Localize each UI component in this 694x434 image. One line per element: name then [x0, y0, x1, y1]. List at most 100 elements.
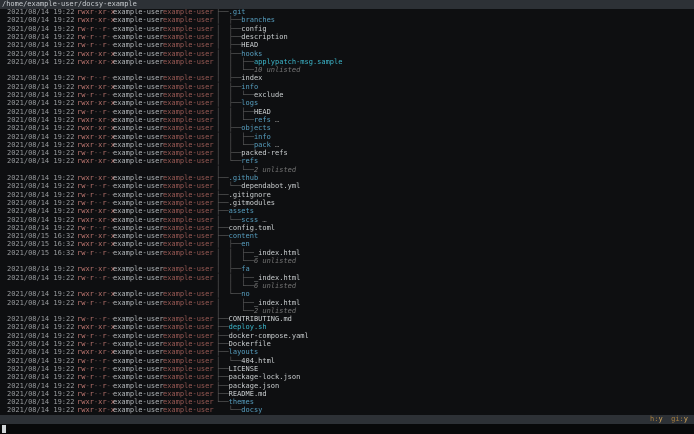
tree-row[interactable]: 2021/08/14 19:22 rw-r--r-- example-user exa… — [0, 340, 694, 348]
tree-row[interactable]: │ │ └──6 unlisted — [0, 282, 694, 290]
tree-row[interactable]: 2021/08/14 19:22 rwxr-xr-x example-user exa… — [0, 348, 694, 356]
tree-row[interactable]: 2021/08/14 19:22 rw-r--r-- example-user exa… — [0, 365, 694, 373]
tree-row[interactable]: 2021/08/14 19:22 rw-r--r-- example-user exa… — [0, 33, 694, 41]
owner: example-user — [113, 190, 164, 199]
tree-row[interactable]: 2021/08/14 19:22 rw-r--r-- example-user exa… — [0, 91, 694, 99]
tree-row[interactable]: │ │ └──10 unlisted — [0, 66, 694, 74]
owner: example-user — [113, 240, 164, 249]
group: example-user — [163, 373, 214, 382]
tree-row[interactable]: 2021/08/14 19:22 rwxr-xr-x example-user exa… — [0, 58, 694, 66]
tree-row[interactable]: 2021/08/14 19:22 rw-r--r-- example-user exa… — [0, 274, 694, 282]
path-bar[interactable]: /home/example-user/docsy-example — [0, 0, 694, 9]
tree-row[interactable]: 2021/08/14 19:22 rwxr-xr-x example-user exa… — [0, 265, 694, 273]
tree-row[interactable]: 2021/08/14 19:22 rw-r--r-- example-user exa… — [0, 390, 694, 398]
modified-date: 2021/08/14 19:22 — [7, 356, 75, 365]
permissions: rwxr-xr-x — [77, 406, 115, 414]
tree-row[interactable]: 2021/08/14 19:22 rwxr-xr-x example-user exa… — [0, 141, 694, 149]
tree-row[interactable]: 2021/08/14 19:22 rwxr-xr-x example-user exa… — [0, 157, 694, 165]
permissions: rw-r--r-- — [77, 74, 115, 82]
group: example-user — [163, 232, 214, 241]
directory-name: branches — [241, 16, 276, 25]
tree-row[interactable]: 2021/08/14 19:22 rw-r--r-- example-user exa… — [0, 357, 694, 365]
tree-row[interactable]: 2021/08/14 19:22 rw-r--r-- example-user exa… — [0, 74, 694, 82]
directory-name: .git — [228, 8, 246, 16]
permissions: rwxr-xr-x — [77, 124, 115, 132]
executable-name: deploy.sh — [228, 323, 267, 332]
file-name: _index.html — [253, 298, 301, 307]
owner: example-user — [113, 248, 164, 257]
tree-branch: │ ├──_index.html — [216, 298, 301, 307]
tree-row[interactable]: 2021/08/15 16:32 rwxr-xr-x example-user exa… — [0, 240, 694, 248]
tree-row[interactable]: 2021/08/15 16:32 rw-r--r-- example-user exa… — [0, 249, 694, 257]
modified-date: 2021/08/14 19:22 — [7, 99, 75, 108]
tree-row[interactable]: 2021/08/14 19:22 rwxr-xr-x example-user exa… — [0, 83, 694, 91]
permissions: rw-r--r-- — [77, 199, 115, 207]
tree-row[interactable]: 2021/08/14 19:22 rw-r--r-- example-user exa… — [0, 25, 694, 33]
tree-row[interactable]: 2021/08/14 19:22 rwxr-xr-x example-user exa… — [0, 50, 694, 58]
modified-date: 2021/08/14 19:22 — [7, 198, 75, 207]
tree-row[interactable]: 2021/08/14 19:22 rw-r--r-- example-user exa… — [0, 373, 694, 381]
group: example-user — [163, 290, 214, 299]
tree-row[interactable]: │ └──2 unlisted — [0, 307, 694, 315]
modified-date: 2021/08/14 19:22 — [7, 32, 75, 41]
tree-row[interactable]: 2021/08/14 19:22 rw-r--r-- example-user exa… — [0, 108, 694, 116]
tree-row[interactable]: 2021/08/14 19:22 rwxr-xr-x example-user exa… — [0, 207, 694, 215]
tree-branch: │ ├──logs — [216, 99, 259, 108]
owner: example-user — [113, 348, 164, 357]
tree-row[interactable]: 2021/08/14 19:22 rw-r--r-- example-user exa… — [0, 41, 694, 49]
tree-row[interactable]: 2021/08/14 19:22 rw-r--r-- example-user exa… — [0, 199, 694, 207]
tree-row[interactable]: │ └──2 unlisted — [0, 166, 694, 174]
tree-row[interactable]: 2021/08/14 19:22 rwxr-xr-x example-user exa… — [0, 133, 694, 141]
tree-row[interactable]: 2021/08/14 19:22 rwxr-xr-x example-user exa… — [0, 16, 694, 24]
tree-row[interactable]: 2021/08/14 19:22 rwxr-xr-x example-user exa… — [0, 290, 694, 298]
owner: example-user — [113, 16, 164, 25]
modified-date: 2021/08/14 19:22 — [7, 41, 75, 50]
owner: example-user — [113, 74, 164, 83]
tree-row[interactable]: 2021/08/14 19:22 rwxr-xr-x example-user exa… — [0, 174, 694, 182]
tree-row[interactable]: 2021/08/14 19:22 rwxr-xr-x example-user exa… — [0, 8, 694, 16]
group: example-user — [163, 215, 214, 224]
file-name: .gitignore — [228, 190, 271, 199]
permissions: rwxr-xr-x — [77, 8, 115, 16]
group: example-user — [163, 198, 214, 207]
owner: example-user — [113, 124, 164, 133]
owner: example-user — [113, 373, 164, 382]
file-name: _index.html — [253, 273, 301, 282]
tree-branch: │ └──404.html — [216, 356, 276, 365]
group: example-user — [163, 32, 214, 41]
tree-row[interactable]: 2021/08/14 19:22 rw-r--r-- example-user exa… — [0, 149, 694, 157]
tree-row[interactable]: 2021/08/14 19:22 rw-r--r-- example-user exa… — [0, 224, 694, 232]
tree-branch: ├──.gitmodules — [216, 198, 276, 207]
owner: example-user — [113, 132, 164, 141]
directory-name: scss — [241, 215, 259, 224]
tree-row[interactable]: 2021/08/14 19:22 rw-r--r-- example-user exa… — [0, 382, 694, 390]
tree-row[interactable]: 2021/08/14 19:22 rwxr-xr-x example-user exa… — [0, 99, 694, 107]
tree-row[interactable]: 2021/08/14 19:22 rwxr-xr-x example-user exa… — [0, 216, 694, 224]
file-name: packed-refs — [241, 149, 288, 158]
tree-row[interactable]: 2021/08/14 19:22 rw-r--r-- example-user exa… — [0, 182, 694, 190]
tree-row[interactable]: 2021/08/14 19:22 rwxr-xr-x example-user exa… — [0, 398, 694, 406]
directory-name: docsy — [241, 406, 263, 415]
text-cursor — [2, 425, 7, 433]
unlisted-count: 10 unlisted — [253, 66, 301, 75]
tree-branch: ├──docker-compose.yaml — [216, 331, 309, 340]
tree-row[interactable]: 2021/08/14 19:22 rwxr-xr-x example-user exa… — [0, 116, 694, 124]
group: example-user — [163, 240, 214, 249]
tree-row[interactable]: │ │ └──6 unlisted — [0, 257, 694, 265]
tree-row[interactable]: 2021/08/14 19:22 rw-r--r-- example-user exa… — [0, 299, 694, 307]
owner: example-user — [113, 107, 164, 116]
tree-row[interactable]: 2021/08/14 19:22 rw-r--r-- example-user exa… — [0, 332, 694, 340]
tree-area: 2021/08/14 19:22 rwxr-xr-x example-user exa… — [0, 0, 694, 434]
tree-row[interactable]: 2021/08/14 19:22 rwxr-xr-x example-user exa… — [0, 406, 694, 414]
search-input[interactable] — [0, 424, 694, 434]
flag-gi: gi:y — [671, 415, 688, 423]
truncation-ellipsis: … — [270, 115, 280, 124]
permissions: rw-r--r-- — [77, 182, 115, 190]
tree-row[interactable]: 2021/08/14 19:22 rwxr-xr-x example-user exa… — [0, 323, 694, 331]
tree-row[interactable]: 2021/08/14 19:22 rw-r--r-- example-user exa… — [0, 315, 694, 323]
permissions: rw-r--r-- — [77, 365, 115, 373]
tree-row[interactable]: 2021/08/14 19:22 rwxr-xr-x example-user exa… — [0, 124, 694, 132]
modified-date: 2021/08/15 16:32 — [7, 240, 75, 249]
tree-row[interactable]: 2021/08/15 16:32 rwxr-xr-x example-user exa… — [0, 232, 694, 240]
tree-row[interactable]: 2021/08/14 19:22 rw-r--r-- example-user exa… — [0, 191, 694, 199]
